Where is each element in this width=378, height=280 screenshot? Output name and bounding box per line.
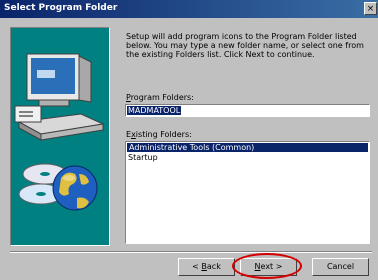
program-folder-input[interactable]: MADMATOOL bbox=[125, 104, 370, 117]
globe-icon bbox=[52, 165, 98, 211]
close-icon: × bbox=[366, 4, 375, 14]
list-item-startup[interactable]: Startup bbox=[126, 153, 369, 162]
back-button[interactable]: < Back bbox=[178, 258, 235, 276]
program-folder-value: MADMATOOL bbox=[127, 106, 182, 115]
divider bbox=[10, 251, 372, 253]
list-item-administrative-tools[interactable]: Administrative Tools (Common) bbox=[127, 143, 368, 152]
cancel-button[interactable]: Cancel bbox=[312, 258, 369, 276]
window-title: Select Program Folder bbox=[4, 3, 118, 13]
program-folder-label: Program Folders: bbox=[126, 93, 194, 102]
existing-folders-label: Existing Folders: bbox=[126, 130, 192, 139]
setup-illustration bbox=[10, 27, 110, 246]
title-bar: Select Program Folder × bbox=[0, 0, 378, 18]
existing-folders-list[interactable]: Administrative Tools (Common) Startup bbox=[125, 141, 370, 244]
close-button[interactable]: × bbox=[364, 2, 377, 15]
instructions-text: Setup will add program icons to the Prog… bbox=[126, 32, 364, 59]
next-button[interactable]: Next > bbox=[240, 258, 297, 276]
